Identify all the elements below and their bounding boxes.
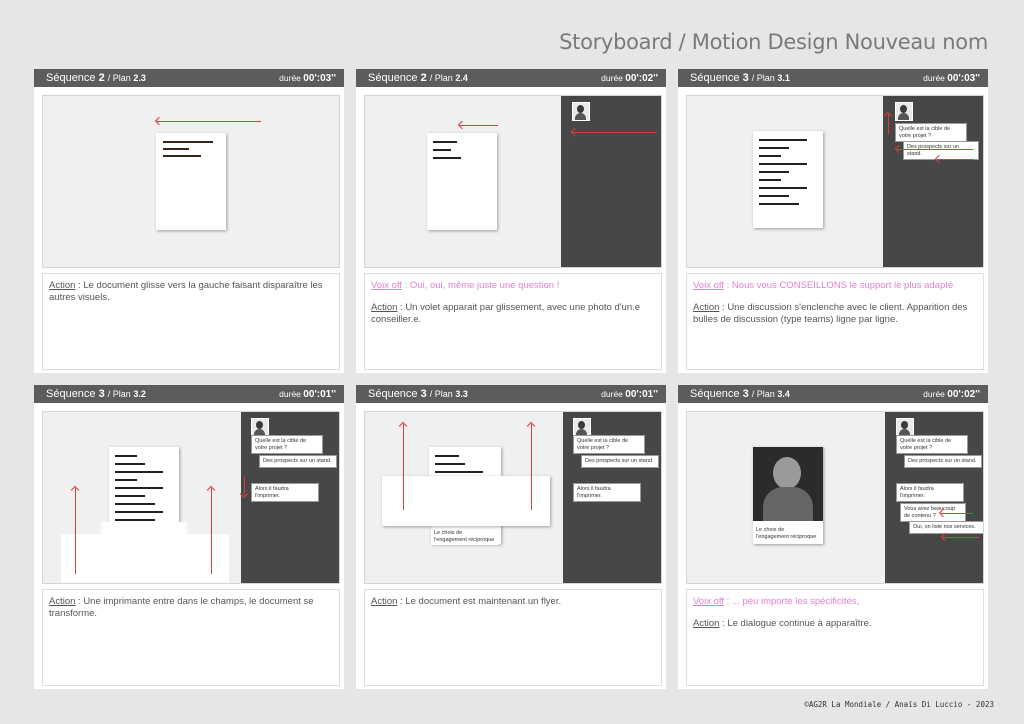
motion-arrow [573,132,657,133]
chat-bubble-reply: Des prospects sur un stand. [904,455,982,468]
panel-header: Séquence 2 / Plan 2.3 durée 00':03'' [34,69,344,87]
document [156,133,226,230]
motion-arrow [403,424,404,510]
storyboard-panel-3-4: Séquence 3 / Plan 3.4 durée 00':02'' Que… [678,385,988,689]
panel-header: Séquence 3 / Plan 3.2 durée 00':01'' [34,385,344,403]
page-title: Storyboard / Motion Design Nouveau nom [559,30,988,54]
motion-arrow [897,149,973,150]
panel-description: Action : Une imprimante entre dans le ch… [42,589,340,686]
panel-description: Action : Le document est maintenant un f… [364,589,662,686]
panel-description: Voix off : Oui, oui, même juste une ques… [364,273,662,370]
advisor-pane [561,96,661,267]
panel-header: Séquence 2 / Plan 2.4 durée 00':02'' [356,69,666,87]
motion-arrow [531,424,532,510]
storyboard-panel-3-2: Séquence 3 / Plan 3.2 durée 00':01'' Que… [34,385,344,689]
storyboard-panel-3-3: Séquence 3 / Plan 3.3 durée 00':01'' Que… [356,385,666,689]
panel-header: Séquence 3 / Plan 3.1 durée 00':03'' [678,69,988,87]
chat-bubble-question: Quelle est la cible de votre projet ? [251,435,323,454]
scene-frame [364,95,662,268]
advisor-photo-icon [895,102,913,121]
printer-body [61,534,229,583]
motion-arrow [888,114,889,134]
scene-frame [42,95,340,268]
chat-bubble-question: Alors il faudra l'imprimer. [896,483,964,502]
flyer-caption: Le choix de l'engagement réciproque [431,528,499,545]
chat-bubble-question: Alors il faudra l'imprimer. [251,483,319,502]
motion-arrow [460,125,498,126]
document [427,133,497,230]
chat-bubble-question: Quelle est la cible de votre projet ? [573,435,645,454]
chat-bubble-question: Alors il faudra l'imprimer. [573,483,641,502]
chat-bubble-question: Quelle est la cible de votre projet ? [895,123,967,142]
scene-frame: Quelle est la cible de votre projet ? De… [364,411,662,584]
portrait-photo [773,457,801,489]
chat-bubble-reply: Oui, on liste nos services. [909,521,983,534]
advisor-photo-icon [572,102,590,121]
storyboard-panel-2-3: Séquence 2 / Plan 2.3 durée 00':03'' Act… [34,69,344,373]
scene-frame: Quelle est la cible de votre projet ? De… [42,411,340,584]
motion-arrow [75,488,76,574]
storyboard-panel-3-1: Séquence 3 / Plan 3.1 durée 00':03'' Que… [678,69,988,373]
chat-pane [883,96,983,267]
motion-arrow [157,121,261,122]
panel-description: Action : Le document glisse vers la gauc… [42,273,340,370]
printer [382,476,550,526]
chat-bubble-reply: Des prospects sur un stand. [259,455,337,468]
panel-description: Voix off : Nous vous CONSEILLONS le supp… [686,273,984,370]
chat-bubble-reply: Des prospects sur un stand. [581,455,659,468]
panel-header: Séquence 3 / Plan 3.4 durée 00':02'' [678,385,988,403]
motion-arrow [244,476,245,496]
panel-description: Voix off : ... peu importe les spécifici… [686,589,984,686]
panel-header: Séquence 3 / Plan 3.3 durée 00':01'' [356,385,666,403]
flyer-caption: Le choix de l'engagement réciproque [756,527,817,540]
motion-arrow [941,513,973,514]
motion-arrow [211,488,212,574]
chat-bubble-question: Quelle est la cible de votre projet ? [896,435,968,454]
motion-arrow [937,159,973,160]
document [753,131,823,228]
motion-arrow [943,537,979,538]
copyright-footer: ©AG2R La Mondiale / Anaïs Di Luccio - 20… [804,700,994,709]
scene-frame: Quelle est la cible de votre projet ? De… [686,411,984,584]
storyboard-panel-2-4: Séquence 2 / Plan 2.4 durée 00':02'' Voi… [356,69,666,373]
scene-frame: Quelle est la cible de votre projet ? De… [686,95,984,268]
